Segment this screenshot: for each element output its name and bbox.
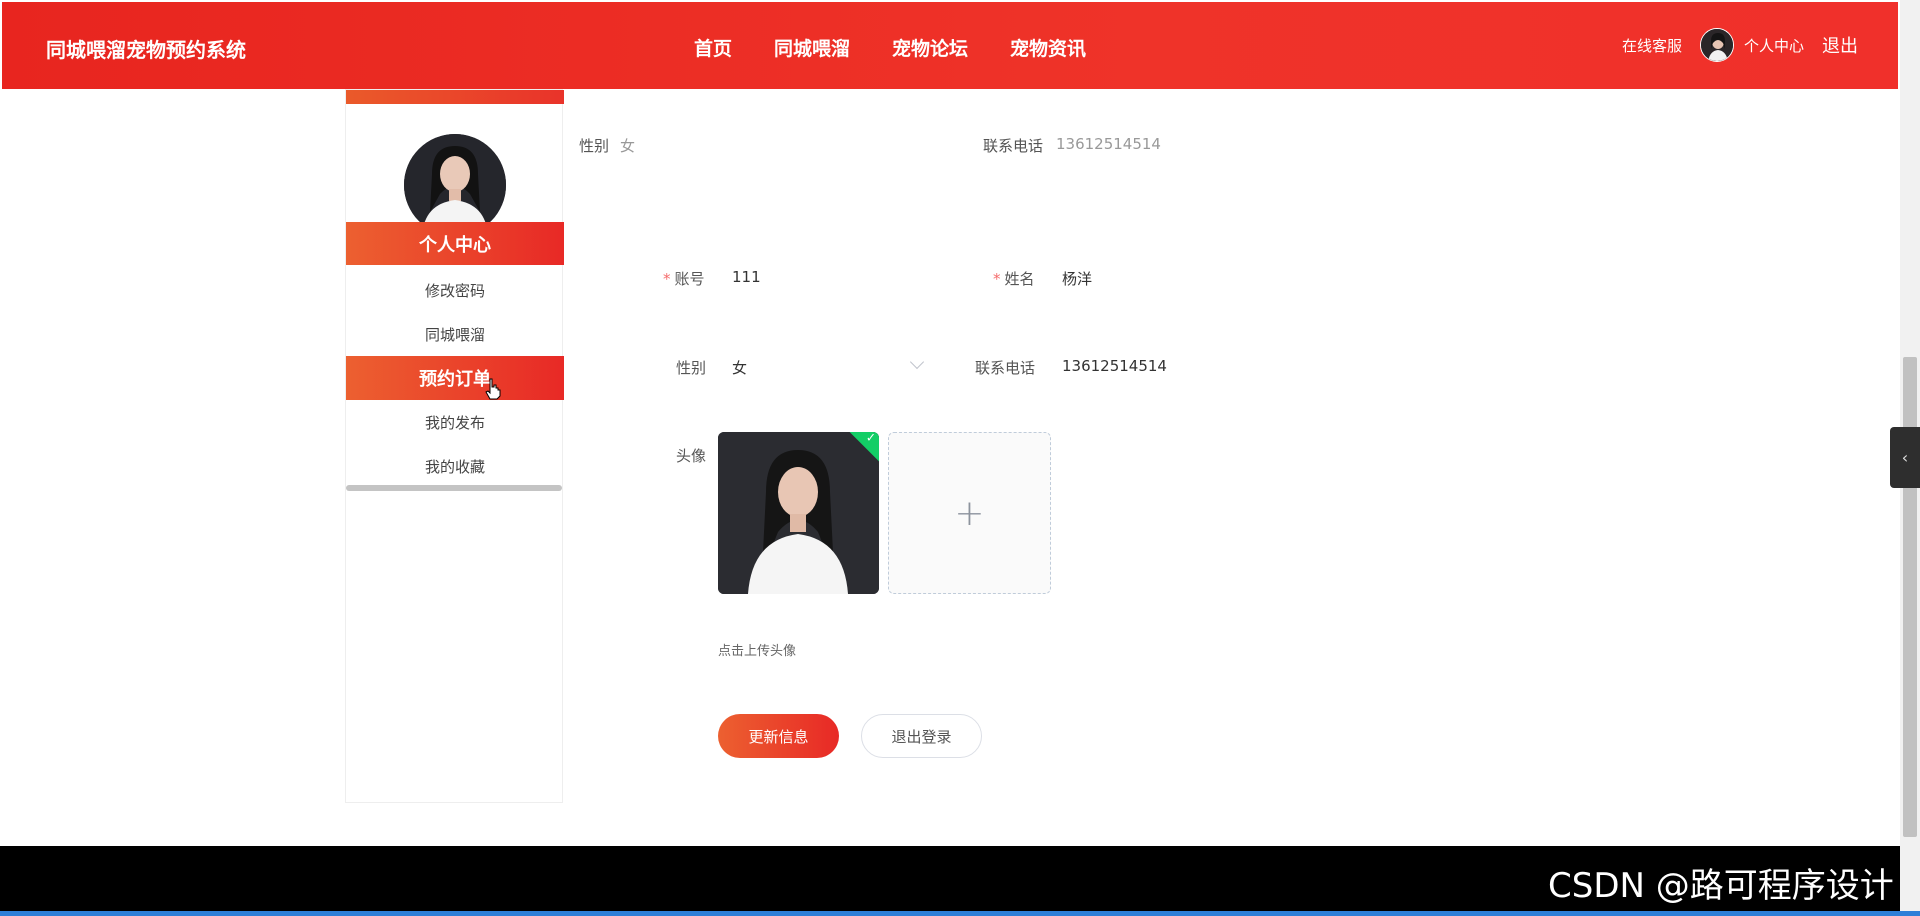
upload-add-button[interactable]: + <box>888 432 1051 594</box>
personal-center-link[interactable]: 个人中心 <box>1744 35 1804 56</box>
taskbar-strip <box>0 911 1920 916</box>
phone-input[interactable]: 13612514514 <box>1062 357 1167 375</box>
sidebar-top-bar <box>346 90 564 104</box>
account-input[interactable]: 111 <box>732 268 761 286</box>
plus-icon: + <box>954 492 985 534</box>
sidebar-item-pet-walking[interactable]: 同城喂溜 <box>346 312 564 356</box>
header-avatar-image <box>1700 29 1733 61</box>
watermark: CSDN @路可程序设计 <box>1548 866 1894 906</box>
phone-label: 联系电话 <box>975 359 1036 377</box>
sidebar-menu: 修改密码 同城喂溜 预约订单 我的发布 我的收藏 <box>346 268 564 488</box>
site-brand[interactable]: 同城喂溜宠物预约系统 <box>46 34 246 63</box>
nav-pet-news[interactable]: 宠物资讯 <box>1010 34 1086 61</box>
name-input[interactable]: 杨洋 <box>1062 268 1092 289</box>
top-header: 同城喂溜宠物预约系统 首页 同城喂溜 宠物论坛 宠物资讯 在线客服 个人中心 退… <box>2 2 1898 89</box>
sidebar-item-favorites[interactable]: 我的收藏 <box>346 444 564 488</box>
uploaded-avatar[interactable]: ✓ <box>718 432 879 594</box>
summary-phone-label: 联系电话 <box>983 137 1044 155</box>
name-label-text: 姓名 <box>1004 270 1035 288</box>
sidebar-item-change-password[interactable]: 修改密码 <box>346 268 564 312</box>
gender-select[interactable]: 女 <box>732 357 747 378</box>
account-label: * 账号 <box>663 268 705 289</box>
summary-gender-label: 性别 <box>579 137 610 155</box>
sidebar: 个人中心 修改密码 同城喂溜 预约订单 我的发布 我的收藏 <box>345 89 564 803</box>
chevron-down-icon[interactable] <box>909 354 925 370</box>
main-nav: 首页 同城喂溜 宠物论坛 宠物资讯 <box>694 34 1086 61</box>
nav-pet-walking[interactable]: 同城喂溜 <box>774 34 850 61</box>
chevron-left-icon[interactable]: ‹ <box>1890 427 1920 488</box>
sidebar-avatar <box>404 134 506 236</box>
sidebar-scrollbar[interactable] <box>346 485 562 491</box>
header-user-area: 在线客服 个人中心 退出 <box>1622 28 1858 62</box>
account-label-text: 账号 <box>674 270 705 288</box>
uploaded-avatar-image <box>718 432 879 594</box>
sidebar-item-my-posts[interactable]: 我的发布 <box>346 400 564 444</box>
online-service-link[interactable]: 在线客服 <box>1622 35 1682 56</box>
sidebar-item-orders[interactable]: 预约订单 <box>346 356 564 400</box>
header-logout-link[interactable]: 退出 <box>1822 32 1858 58</box>
check-icon: ✓ <box>865 432 876 445</box>
sidebar-avatar-image <box>404 134 506 236</box>
summary-gender-value: 女 <box>620 137 636 155</box>
upload-hint: 点击上传头像 <box>718 644 797 659</box>
nav-pet-forum[interactable]: 宠物论坛 <box>892 34 968 61</box>
header-avatar[interactable] <box>1699 28 1734 62</box>
hand-cursor-icon <box>484 378 502 405</box>
avatar-label: 头像 <box>676 447 707 465</box>
page: 同城喂溜宠物预约系统 首页 同城喂溜 宠物论坛 宠物资讯 在线客服 个人中心 退… <box>0 0 1900 846</box>
update-info-button[interactable]: 更新信息 <box>718 714 839 758</box>
required-mark: * <box>663 270 671 288</box>
name-label: * 姓名 <box>993 268 1035 289</box>
required-mark: * <box>993 270 1001 288</box>
sidebar-title: 个人中心 <box>346 222 564 265</box>
logout-button[interactable]: 退出登录 <box>861 714 982 758</box>
gender-label: 性别 <box>676 359 707 377</box>
summary-phone-value: 13612514514 <box>1056 135 1161 153</box>
nav-home[interactable]: 首页 <box>694 34 732 61</box>
